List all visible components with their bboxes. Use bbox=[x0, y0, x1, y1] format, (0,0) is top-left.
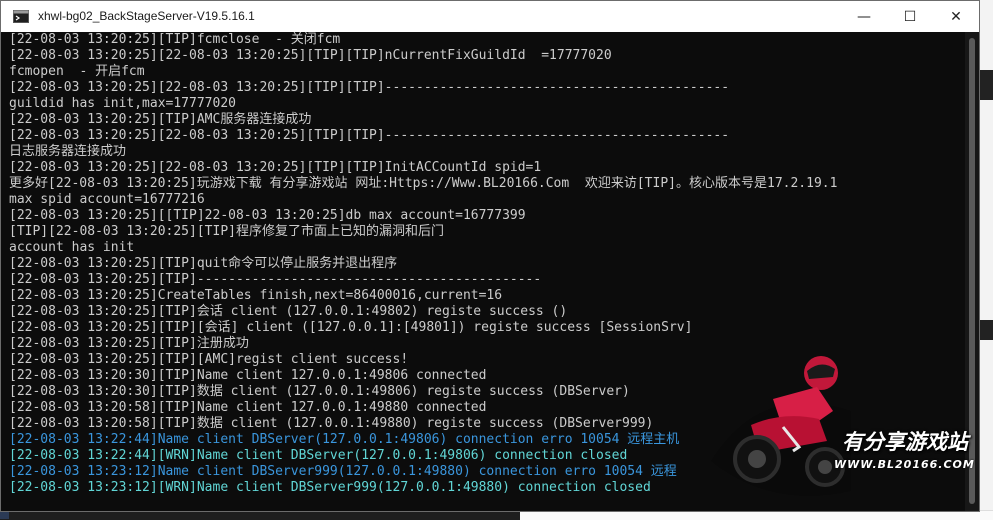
console-line: [22-08-03 13:20:30][TIP]数据 client (127.0… bbox=[9, 384, 630, 399]
console-line: [22-08-03 13:20:25][22-08-03 13:20:25][T… bbox=[9, 80, 730, 95]
console-line: [22-08-03 13:22:44]Name client DBServer(… bbox=[9, 432, 680, 447]
console-line: [22-08-03 13:22:44][WRN]Name client DBSe… bbox=[9, 448, 628, 463]
desktop-window-strip bbox=[980, 70, 993, 100]
desktop-right-edge bbox=[980, 0, 993, 519]
watermark-title: 有分享游戏站 bbox=[842, 430, 968, 454]
maximize-button[interactable]: ☐ bbox=[887, 1, 933, 32]
console-line: [22-08-03 13:20:25][22-08-03 13:20:25][T… bbox=[9, 160, 542, 175]
maximize-icon: ☐ bbox=[903, 8, 917, 25]
console-line: account has init bbox=[9, 240, 135, 255]
console-line: [22-08-03 13:20:25][TIP]AMC服务器连接成功 bbox=[9, 112, 312, 127]
console-line: [22-08-03 13:20:25]CreateTables finish,n… bbox=[9, 288, 503, 303]
console-line: [22-08-03 13:20:58][TIP]Name client 127.… bbox=[9, 400, 487, 415]
console-line: [22-08-03 13:20:58][TIP]数据 client (127.0… bbox=[9, 416, 654, 431]
desktop-window-strip bbox=[980, 320, 993, 340]
motorcycle-rider-icon bbox=[711, 356, 851, 496]
console-line: [22-08-03 13:23:12][WRN]Name client DBSe… bbox=[9, 480, 651, 495]
console-line: [22-08-03 13:20:25][TIP][AMC]regist clie… bbox=[9, 352, 409, 367]
console-line: [22-08-03 13:23:12]Name client DBServer9… bbox=[9, 464, 677, 479]
console-line: fcmopen - 开启fcm bbox=[9, 64, 145, 79]
console-line: [22-08-03 13:20:25][22-08-03 13:20:25][T… bbox=[9, 48, 612, 63]
console-line: 更多好[22-08-03 13:20:25]玩游戏下载 有分享游戏站 网址:Ht… bbox=[9, 176, 838, 191]
console-line: [22-08-03 13:20:25][TIP]fcmclose - 关闭fcm bbox=[9, 32, 341, 47]
console-line: [22-08-03 13:20:25][TIP]会话 client (127.0… bbox=[9, 304, 568, 319]
window-title: xhwl-bg02_BackStageServer-V19.5.16.1 bbox=[38, 9, 255, 23]
minimize-icon: — bbox=[857, 8, 871, 25]
console-line: max spid account=16777216 bbox=[9, 192, 205, 207]
minimize-button[interactable]: — bbox=[841, 1, 887, 32]
console-line: [22-08-03 13:20:25][TIP]----------------… bbox=[9, 272, 542, 287]
console-line: [22-08-03 13:20:25][[TIP]22-08-03 13:20:… bbox=[9, 208, 526, 223]
console-line: [22-08-03 13:20:25][22-08-03 13:20:25][T… bbox=[9, 128, 730, 143]
console-line: [22-08-03 13:20:25][TIP]quit命令可以停止服务并退出程… bbox=[9, 256, 398, 271]
console-line: [22-08-03 13:20:25][TIP]注册成功 bbox=[9, 336, 249, 351]
console-line: 日志服务器连接成功 bbox=[9, 144, 127, 159]
console-line: [TIP][22-08-03 13:20:25][TIP]程序修复了市面上已知的… bbox=[9, 224, 444, 239]
console-line: guildid has init,max=17777020 bbox=[9, 96, 236, 111]
console-app-icon bbox=[13, 10, 29, 23]
title-bar[interactable]: xhwl-bg02_BackStageServer-V19.5.16.1 — ☐… bbox=[1, 1, 979, 32]
console-line: [22-08-03 13:20:25][TIP][会话] client ([12… bbox=[9, 320, 693, 335]
close-button[interactable]: ✕ bbox=[933, 1, 979, 32]
console-window: xhwl-bg02_BackStageServer-V19.5.16.1 — ☐… bbox=[0, 0, 980, 512]
close-icon: ✕ bbox=[950, 8, 962, 25]
console-line: [22-08-03 13:20:30][TIP]Name client 127.… bbox=[9, 368, 487, 383]
watermark-logo: 有分享游戏站 WWW.BL20166.COM bbox=[701, 341, 974, 509]
watermark-url: WWW.BL20166.COM bbox=[834, 458, 975, 471]
